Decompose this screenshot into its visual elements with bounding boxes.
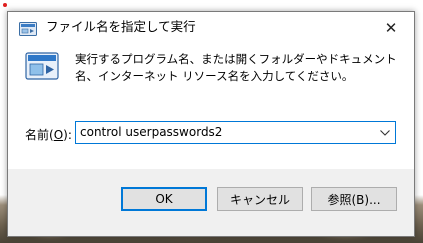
chevron-down-icon[interactable] xyxy=(375,122,395,143)
name-label-prefix: 名前( xyxy=(25,128,54,142)
ok-button[interactable]: OK xyxy=(121,187,207,211)
name-label-suffix: ): xyxy=(63,128,72,142)
name-label: 名前(O): xyxy=(25,126,72,143)
title-bar[interactable]: ファイル名を指定して実行 ✕ xyxy=(8,12,414,43)
command-input[interactable]: control userpasswords2 xyxy=(80,125,222,139)
browse-button[interactable]: 参照(B)... xyxy=(311,187,397,211)
close-icon: ✕ xyxy=(384,18,398,37)
instruction-text: 実行するプログラム名、または開くフォルダーやドキュメント名、インターネット リソ… xyxy=(75,52,397,83)
run-dialog: ファイル名を指定して実行 ✕ 実行するプログラム名、または開くフォルダーやドキュ… xyxy=(7,11,415,237)
run-app-icon xyxy=(19,21,37,36)
run-app-icon-large xyxy=(25,51,59,81)
red-marker xyxy=(3,3,7,7)
window-title: ファイル名を指定して実行 xyxy=(46,19,196,34)
name-label-mnemonic: O xyxy=(53,128,64,142)
close-button[interactable]: ✕ xyxy=(368,12,414,43)
dialog-content: 実行するプログラム名、または開くフォルダーやドキュメント名、インターネット リソ… xyxy=(8,43,414,169)
cancel-button[interactable]: キャンセル xyxy=(217,187,303,211)
button-bar: OK キャンセル 参照(B)... xyxy=(8,169,414,236)
command-combobox[interactable]: control userpasswords2 xyxy=(75,121,396,144)
